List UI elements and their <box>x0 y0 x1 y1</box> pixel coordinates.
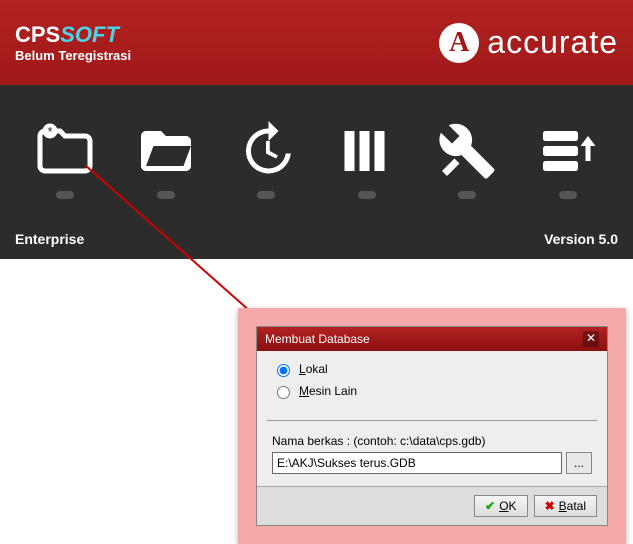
history-icon <box>236 121 296 181</box>
new-file-icon: * <box>35 121 95 181</box>
batal-button[interactable]: ✖ Batal <box>534 495 597 517</box>
version-label: Version 5.0 <box>544 231 618 247</box>
close-icon[interactable]: ✕ <box>583 331 599 347</box>
toolbar-indicator <box>559 191 577 199</box>
cps-logo: CPSSOFT Belum Teregistrasi <box>15 22 131 63</box>
company-button[interactable] <box>337 121 397 199</box>
edition-label: Enterprise <box>15 231 84 247</box>
accurate-logo: A accurate <box>439 23 618 63</box>
server-upload-icon <box>538 121 598 181</box>
check-icon: ✔ <box>485 499 495 513</box>
history-button[interactable] <box>236 121 296 199</box>
create-database-dialog: Membuat Database ✕ Lokal Mesin Lain Nama… <box>256 326 608 526</box>
server-button[interactable] <box>538 121 598 199</box>
toolbar-indicator <box>56 191 74 199</box>
tools-icon <box>437 121 497 181</box>
app-footer: Enterprise Version 5.0 <box>0 225 633 259</box>
location-radio-group: Lokal Mesin Lain <box>257 351 607 415</box>
file-label: Nama berkas : (contoh: c:\data\cps.gdb) <box>272 434 592 448</box>
svg-text:*: * <box>48 125 53 139</box>
brand-cps: CPS <box>15 22 60 47</box>
toolbar-indicator <box>358 191 376 199</box>
browse-button[interactable]: ... <box>566 452 592 474</box>
toolbar-indicator <box>257 191 275 199</box>
app-header: CPSSOFT Belum Teregistrasi A accurate <box>0 0 633 85</box>
toolbar-indicator <box>458 191 476 199</box>
file-section: Nama berkas : (contoh: c:\data\cps.gdb) … <box>257 426 607 486</box>
mesin-lain-label[interactable]: Mesin Lain <box>299 384 357 398</box>
mesin-lain-radio[interactable] <box>277 386 290 399</box>
dialog-container: Membuat Database ✕ Lokal Mesin Lain Nama… <box>238 308 626 544</box>
main-toolbar: * <box>0 85 633 225</box>
divider <box>267 420 597 421</box>
accurate-text: accurate <box>487 24 618 61</box>
dialog-titlebar: Membuat Database ✕ <box>257 327 607 351</box>
lokal-radio[interactable] <box>277 364 290 377</box>
tools-button[interactable] <box>437 121 497 199</box>
open-folder-icon <box>136 121 196 181</box>
dialog-button-row: ✔ OK ✖ Batal <box>257 486 607 525</box>
ok-button[interactable]: ✔ OK <box>474 495 527 517</box>
building-icon <box>337 121 397 181</box>
file-path-input[interactable] <box>272 452 562 474</box>
x-icon: ✖ <box>545 499 555 513</box>
mesin-lain-text: esin Lain <box>309 384 357 398</box>
lokal-label[interactable]: Lokal <box>299 362 328 376</box>
toolbar-indicator <box>157 191 175 199</box>
ok-text: K <box>509 499 517 513</box>
open-db-button[interactable] <box>136 121 196 199</box>
brand-soft: SOFT <box>60 22 119 47</box>
brand-subtitle: Belum Teregistrasi <box>15 48 131 63</box>
new-db-button[interactable]: * <box>35 121 95 199</box>
batal-text: atal <box>567 499 586 513</box>
dialog-title-text: Membuat Database <box>265 332 370 346</box>
accurate-icon: A <box>439 23 479 63</box>
lokal-text: okal <box>306 362 328 376</box>
